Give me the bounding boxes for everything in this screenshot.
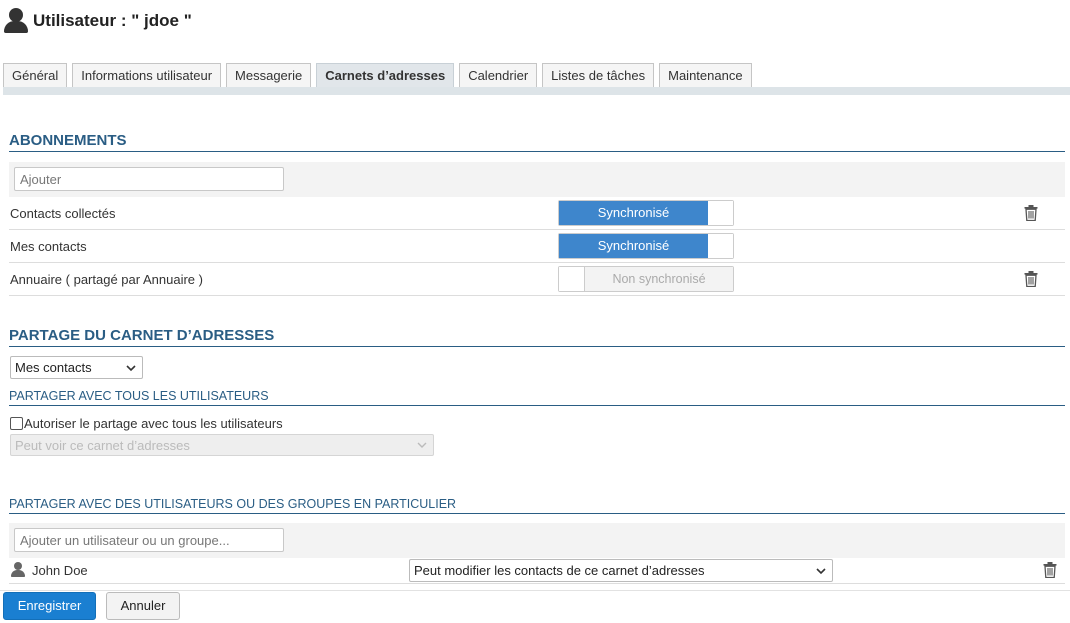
tab-bar: Général Informations utilisateur Message… <box>3 63 757 88</box>
tab-tasklists[interactable]: Listes de tâches <box>542 63 655 88</box>
share-all-permission-select: Peut voir ce carnet d’adresses <box>10 434 434 456</box>
share-entry-name: John Doe <box>32 563 88 578</box>
user-icon <box>4 8 28 34</box>
subscription-add-row <box>9 162 1065 197</box>
tab-maintenance[interactable]: Maintenance <box>659 63 752 88</box>
tab-calendar[interactable]: Calendrier <box>459 63 538 88</box>
subscription-label: Annuaire ( partagé par Annuaire ) <box>10 272 203 287</box>
tab-mail[interactable]: Messagerie <box>226 63 312 88</box>
share-permission-value: Peut modifier les contacts de ce carnet … <box>414 563 705 578</box>
addressbook-select-value: Mes contacts <box>15 360 92 375</box>
subscription-row: Annuaire ( partagé par Annuaire ) Non sy… <box>9 263 1065 296</box>
share-permission-select[interactable]: Peut modifier les contacts de ce carnet … <box>409 559 833 582</box>
addressbook-select[interactable]: Mes contacts <box>10 356 143 379</box>
chevron-down-icon <box>816 567 826 574</box>
chevron-down-icon <box>417 442 427 448</box>
tab-underline <box>3 87 1070 95</box>
subscription-label: Contacts collectés <box>10 206 116 221</box>
trash-icon[interactable] <box>1024 271 1038 287</box>
sync-status: Non synchronisé <box>585 267 733 291</box>
tab-user-info[interactable]: Informations utilisateur <box>72 63 222 88</box>
share-all-checkbox[interactable] <box>10 417 23 430</box>
toggle-knob <box>708 234 733 258</box>
save-button[interactable]: Enregistrer <box>3 592 96 620</box>
trash-icon[interactable] <box>1043 562 1057 578</box>
page-title: Utilisateur : " jdoe " <box>33 11 192 30</box>
sync-status: Synchronisé <box>559 234 708 258</box>
share-all-permission-value: Peut voir ce carnet d’adresses <box>15 437 190 453</box>
subscription-label: Mes contacts <box>10 239 87 254</box>
subscription-row: Mes contacts Synchronisé <box>9 230 1065 263</box>
subscriptions-title: ABONNEMENTS <box>9 132 1065 152</box>
toggle-knob <box>559 267 585 291</box>
share-all-title: PARTAGER AVEC TOUS LES UTILISATEURS <box>9 389 1065 406</box>
share-add-row <box>9 523 1065 558</box>
page-header: Utilisateur : " jdoe " <box>4 4 192 38</box>
footer-divider <box>0 590 1070 591</box>
share-all-checkbox-row: Autoriser le partage avec tous les utili… <box>10 416 283 431</box>
sync-toggle[interactable]: Synchronisé <box>558 200 734 226</box>
share-specific-title: PARTAGER AVEC DES UTILISATEURS OU DES GR… <box>9 497 1065 514</box>
share-add-input[interactable] <box>14 528 284 552</box>
subscription-row: Contacts collectés Synchronisé <box>9 197 1065 230</box>
share-all-checkbox-label: Autoriser le partage avec tous les utili… <box>24 416 283 431</box>
tab-addressbooks[interactable]: Carnets d’adresses <box>316 63 455 88</box>
trash-icon[interactable] <box>1024 205 1038 221</box>
sharing-title: PARTAGE DU CARNET D’ADRESSES <box>9 327 1065 347</box>
cancel-button[interactable]: Annuler <box>106 592 180 620</box>
toggle-knob <box>708 201 733 225</box>
share-entry-row: John Doe Peut modifier les contacts de c… <box>9 557 1065 584</box>
sync-toggle[interactable]: Synchronisé <box>558 233 734 259</box>
chevron-down-icon <box>126 364 136 371</box>
sync-toggle[interactable]: Non synchronisé <box>558 266 734 292</box>
user-icon <box>11 562 25 577</box>
sync-status: Synchronisé <box>559 201 708 225</box>
tab-general[interactable]: Général <box>3 63 68 88</box>
subscription-add-input[interactable] <box>14 167 284 191</box>
